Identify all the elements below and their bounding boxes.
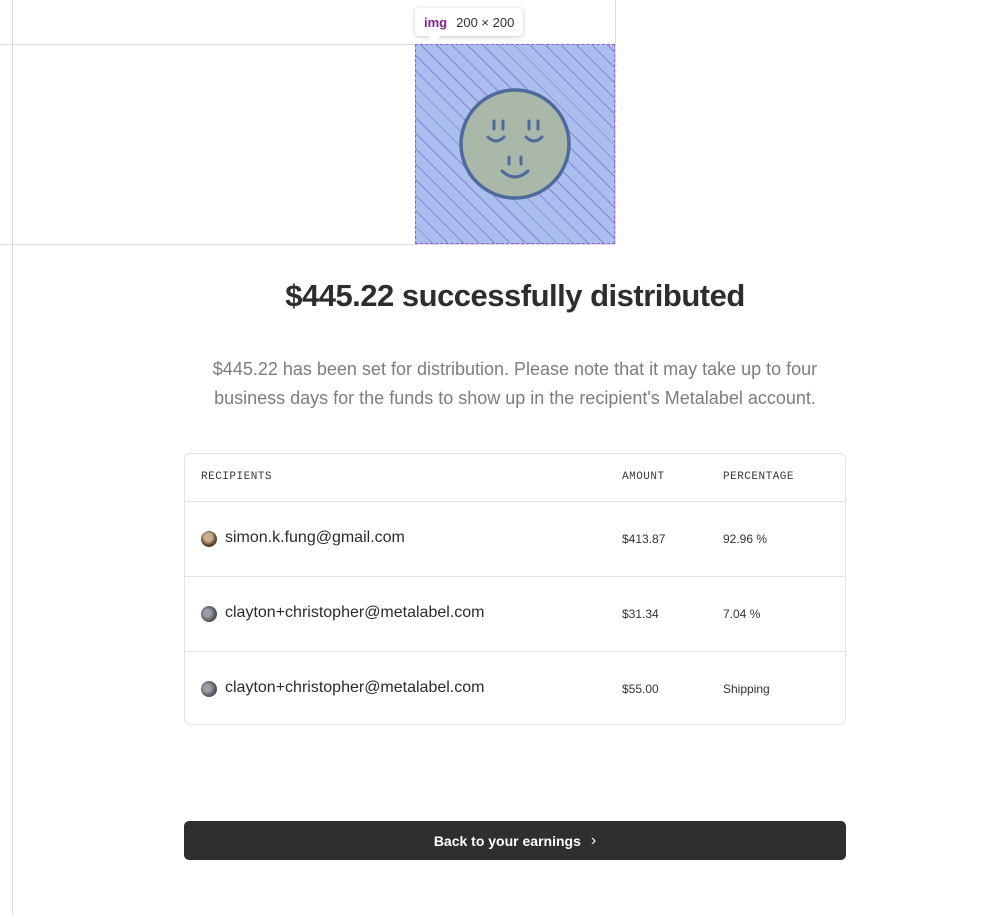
- element-inspector-tooltip: img 200 × 200: [415, 8, 524, 42]
- recipient-amount: $31.34: [622, 607, 659, 621]
- recipient-email: simon.k.fung@gmail.com: [225, 529, 405, 546]
- table-row: simon.k.fung@gmail.com $413.87 92.96 %: [185, 502, 845, 577]
- avatar: [201, 681, 217, 697]
- header-recipients: RECIPIENTS: [201, 471, 273, 483]
- guide-line-bottom: [0, 244, 616, 245]
- header-amount: AMOUNT: [622, 471, 665, 483]
- header-percentage: PERCENTAGE: [723, 471, 795, 483]
- tooltip-caret: [428, 36, 440, 42]
- image-frame-edge: [615, 0, 616, 244]
- back-to-earnings-button[interactable]: Back to your earnings ›: [184, 821, 846, 860]
- recipients-table: RECIPIENTS AMOUNT PERCENTAGE simon.k.fun…: [184, 453, 846, 725]
- chevron-right-icon: ›: [590, 831, 597, 849]
- avatar: [201, 606, 217, 622]
- recipient-percentage: 7.04 %: [723, 607, 761, 621]
- table-row: clayton+christopher@metalabel.com $31.34…: [185, 577, 845, 652]
- table-row: clayton+christopher@metalabel.com $55.00…: [185, 652, 845, 724]
- hero-image: [415, 44, 615, 244]
- page-title: $445.22 successfully distributed: [285, 278, 745, 313]
- recipient-percentage: Shipping: [723, 682, 770, 696]
- recipient-email: clayton+christopher@metalabel.com: [225, 679, 485, 696]
- smiley-face-icon: [459, 88, 571, 200]
- inspector-tag: img: [424, 14, 448, 30]
- back-to-earnings-label: Back to your earnings: [433, 832, 581, 849]
- recipient-percentage: 92.96 %: [723, 532, 768, 546]
- page-description: $445.22 has been set for distribution. P…: [212, 359, 818, 408]
- table-header: RECIPIENTS AMOUNT PERCENTAGE: [185, 454, 845, 502]
- recipient-amount: $413.87: [622, 532, 666, 546]
- avatar: [201, 531, 217, 547]
- recipient-amount: $55.00: [622, 682, 659, 696]
- guide-line-vertical: [12, 0, 13, 915]
- recipient-email: clayton+christopher@metalabel.com: [225, 604, 485, 621]
- inspector-dimensions: 200 × 200: [456, 14, 515, 30]
